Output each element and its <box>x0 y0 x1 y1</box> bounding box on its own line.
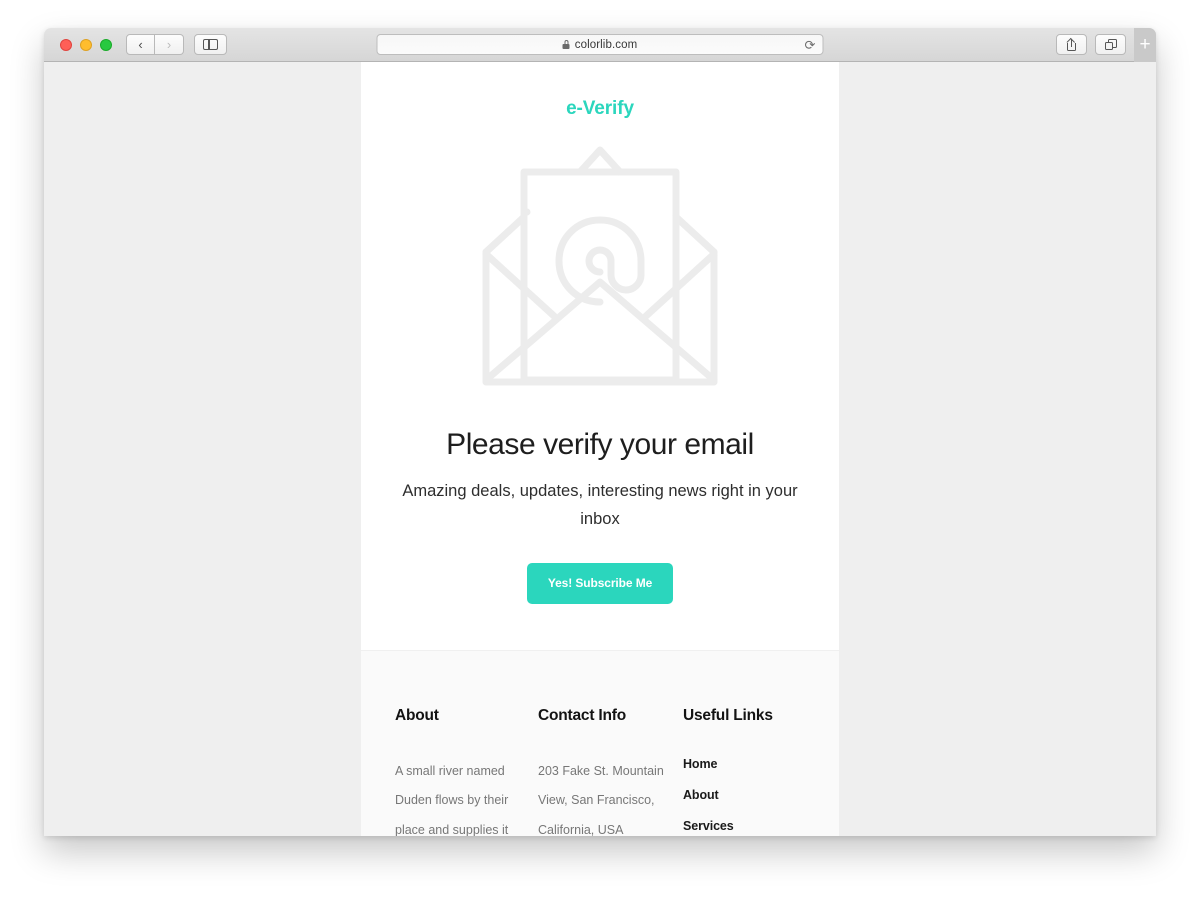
page-title: Please verify your email <box>446 428 754 461</box>
share-button[interactable] <box>1056 34 1087 55</box>
open-envelope-at-symbol-icon <box>482 146 718 386</box>
site-logo: e-Verify <box>566 98 634 119</box>
show-tabs-button[interactable] <box>1095 34 1126 55</box>
toolbar-right-buttons: + <box>1056 28 1156 62</box>
sidebar-toggle-button[interactable] <box>194 34 227 55</box>
subscribe-button[interactable]: Yes! Subscribe Me <box>526 563 674 605</box>
footer-column-useful-links: Useful Links Home About Services <box>683 707 805 836</box>
sidebar-toggle-icon <box>203 38 218 51</box>
share-icon <box>1067 38 1076 51</box>
illustration-container <box>401 142 799 386</box>
navigation-buttons: ‹ › <box>126 34 227 55</box>
address-bar-url: colorlib.com <box>574 38 638 51</box>
footer-about-text: A small river named Duden flows by their… <box>395 764 509 836</box>
footer-heading-contact: Contact Info <box>538 707 627 725</box>
footer-link-home[interactable]: Home <box>683 757 791 771</box>
page-viewport: e-Verify Please verify your email Amazin… <box>44 62 1156 836</box>
address-bar-container: colorlib.com ⟳ <box>376 34 824 55</box>
minimize-window-button[interactable] <box>80 38 92 51</box>
footer-link-about[interactable]: About <box>683 788 791 802</box>
verify-email-card: e-Verify Please verify your email Amazin… <box>361 62 839 652</box>
address-bar-content: colorlib.com <box>562 38 638 51</box>
new-tab-button[interactable]: + <box>1134 28 1156 62</box>
footer-links-list: Home About Services <box>683 757 791 833</box>
footer-column-about: About A small river named Duden flows by… <box>395 707 538 836</box>
browser-toolbar: ‹ › colorlib.com ⟳ + <box>44 28 1156 62</box>
forward-button[interactable]: › <box>155 34 184 55</box>
footer-link-services[interactable]: Services <box>683 819 791 833</box>
site-footer: About A small river named Duden flows by… <box>361 651 839 836</box>
footer-heading-useful-links: Useful Links <box>683 707 773 725</box>
back-button[interactable]: ‹ <box>126 34 155 55</box>
maximize-window-button[interactable] <box>100 38 112 51</box>
page-subtitle: Amazing deals, updates, interesting news… <box>402 481 798 528</box>
desktop-background: ‹ › colorlib.com ⟳ + e-Verify Please ver… <box>0 0 1200 898</box>
reload-icon[interactable]: ⟳ <box>804 38 817 51</box>
footer-column-contact: Contact Info 203 Fake St. Mountain View,… <box>538 707 683 836</box>
close-window-button[interactable] <box>60 38 72 51</box>
page-content-column: e-Verify Please verify your email Amazin… <box>361 62 839 836</box>
show-tabs-icon <box>1104 39 1117 50</box>
list-item: About <box>683 788 791 802</box>
footer-heading-about: About <box>395 707 439 725</box>
list-item: Home <box>683 757 791 771</box>
browser-window: ‹ › colorlib.com ⟳ + e-Verify Please ver… <box>44 28 1156 836</box>
lock-icon <box>562 40 570 49</box>
address-bar[interactable]: colorlib.com ⟳ <box>376 34 824 55</box>
window-traffic-lights <box>60 38 112 51</box>
list-item: Services <box>683 819 791 833</box>
footer-contact-address: 203 Fake St. Mountain View, San Francisc… <box>538 764 664 836</box>
